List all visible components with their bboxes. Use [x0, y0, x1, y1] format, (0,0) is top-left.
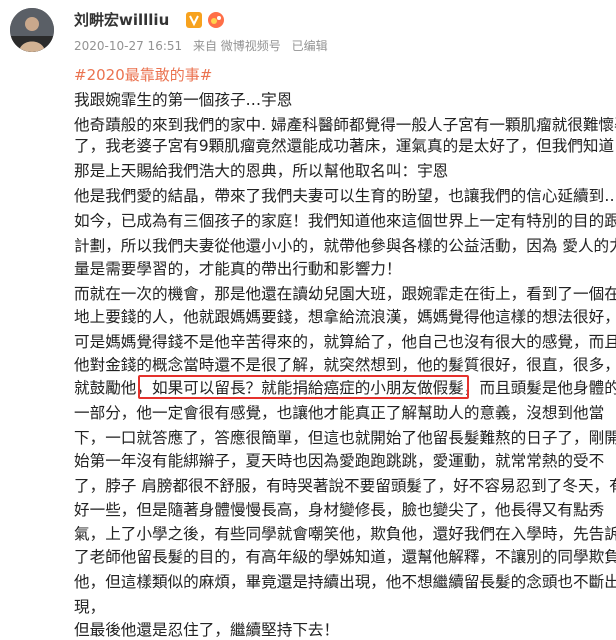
edited-label[interactable]: 已编辑 — [292, 39, 328, 53]
text-line: 但最後他還是忍住了，繼續堅持下去！ — [74, 621, 340, 639]
text-line: 他是我們愛的結晶，帶來了我們夫妻可以生育的盼望，也讓我們的信心延續到… — [74, 187, 616, 205]
text-line: 我跟婉霏生的第一個孩子…宇恩 — [74, 91, 293, 109]
avatar[interactable] — [10, 8, 54, 52]
vip-badge-icon[interactable] — [207, 11, 225, 29]
username[interactable]: 刘畊宏willliu — [74, 10, 169, 30]
text-line: 下，一口就答應了，答應很簡單，但這也就開始了他留長髮難熬的日子了，剛開 — [74, 429, 616, 447]
text-line: 如今，已成為有三個孩子的家庭！我們知道他來這個世界上一定有特別的目的跟 — [74, 212, 616, 230]
text-line: 了老師他留長髮的目的，有高年級的學姊知道，還幫他解釋，不讓別的同學欺負 — [74, 548, 616, 566]
hashtag-link[interactable]: #2020最靠敢的事# — [74, 65, 212, 85]
text-line: 計劃，所以我們夫妻從他還小小的，就帶他參與各樣的公益活動，因為 愛人的力 — [74, 237, 616, 255]
text-line: 可是媽媽覺得錢不是他辛苦得來的，就算給了，他自己也沒有很大的感覺，而且 — [74, 333, 616, 351]
highlight-annotation-box — [138, 375, 469, 399]
text-line: 氣，上了小學之後，有些同學就會嘲笑他，欺負他，還好我們在入學時，先告訴 — [74, 525, 616, 543]
text-line: 了，脖子 肩膀都很不舒服，有時哭著說不要留頭髮了，好不容易忍到了冬天，有 — [74, 477, 616, 495]
text-line: 好一些，但是隨著身體慢慢長高，身材變修長，臉也變尖了，他長得又有點秀 — [74, 501, 605, 519]
timestamp[interactable]: 2020-10-27 16:51 — [74, 39, 182, 53]
text-line: 那是上天賜給我們浩大的恩典，所以幫他取名叫：宇恩 — [74, 162, 449, 180]
text-line: 而就在一次的機會，那是他還在讀幼兒園大班，跟婉霏走在街上，看到了一個在 — [74, 285, 616, 303]
text-line: 現， — [74, 598, 106, 616]
text-line: 量是需要學習的，才能真的帶出行動和影響力！ — [74, 260, 402, 278]
text-line: 地上要錢的人，他就跟媽媽要錢，想拿給流浪漢，媽媽覺得他這樣的想法很好， — [74, 308, 616, 326]
text-line: 他奇蹟般的來到我們的家中. 婦產科醫師都覺得一般人子宮有一顆肌瘤就很難懷孕 — [74, 116, 616, 134]
text-line: 一部分，他一定會很有感覺，也讓他才能真正了解幫助人的意義，沒想到他當 — [74, 404, 605, 422]
text-line: 始第一年沒有能綁辮子，夏天時也因為愛跑跑跳跳，愛運動，就常常熱的受不 — [74, 452, 605, 470]
post-source[interactable]: 来自 微博视频号 — [193, 39, 281, 53]
post-meta: 2020-10-27 16:51 来自 微博视频号 已编辑 — [74, 38, 335, 54]
text-line: 了，我老婆子宮有9顆肌瘤竟然還能成功著床，運氣真的是太好了，但我們知道， — [74, 137, 616, 155]
weibo-post: 刘畊宏willliu 2020-10-27 16:51 来自 微博视频号 已编辑… — [0, 0, 616, 640]
text-line: 他對金錢的概念當時還不是很了解，就突然想到，他的髮質很好，很直，很多， — [74, 356, 616, 374]
text-line: 他，但這樣類似的麻煩，畢竟還是持續出現，他不想繼續留長髮的念頭也不斷出 — [74, 573, 616, 591]
verified-v-icon — [186, 12, 202, 28]
